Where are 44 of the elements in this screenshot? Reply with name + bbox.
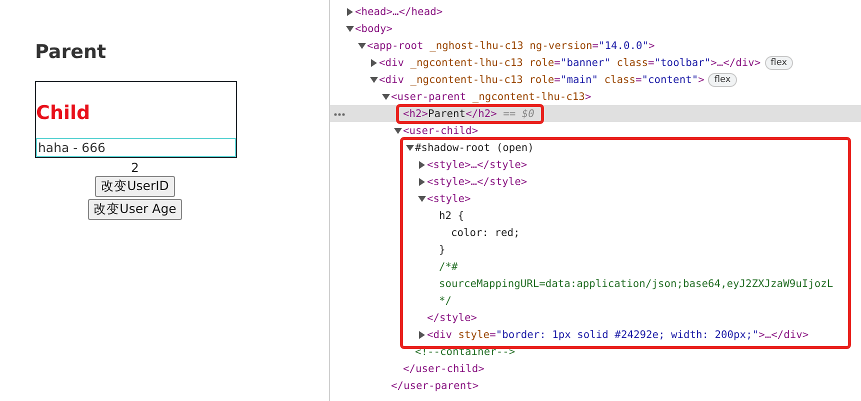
expanded-triangle-icon[interactable] bbox=[406, 144, 414, 152]
dom-node-line[interactable]: <head>…</head> bbox=[355, 6, 443, 18]
collapsed-triangle-icon[interactable] bbox=[418, 178, 426, 186]
dom-node-line[interactable]: </user-parent> bbox=[391, 380, 479, 392]
dom-node-line[interactable]: <div style="border: 1px solid #24292e; width: 200px;">…</div> bbox=[427, 328, 809, 340]
action-button[interactable]: 改变UserID bbox=[95, 176, 175, 197]
dom-node-line[interactable]: <body> bbox=[355, 22, 393, 34]
dom-node-line[interactable]: #shadow-root (open) bbox=[415, 142, 534, 154]
expanded-triangle-icon[interactable] bbox=[358, 42, 366, 50]
expanded-triangle-icon[interactable] bbox=[382, 92, 390, 100]
name-input-field[interactable]: haha - 666 bbox=[36, 138, 236, 157]
collapsed-triangle-icon[interactable] bbox=[370, 58, 378, 66]
collapsed-triangle-icon[interactable] bbox=[418, 160, 426, 168]
collapsed-triangle-icon[interactable] bbox=[418, 330, 426, 338]
expanded-triangle-icon[interactable] bbox=[370, 76, 378, 84]
flex-badge[interactable]: flex bbox=[708, 72, 737, 86]
dom-node-line[interactable]: <div _ngcontent-lhu-c13 role="banner" class="toolbar">…</div> bbox=[379, 56, 761, 68]
dom-node-line[interactable]: sourceMappingURL=data:application/json;base64,eyJ2ZXJzaW9uIjozL bbox=[439, 278, 834, 290]
dom-node-line[interactable]: } bbox=[439, 244, 446, 256]
expanded-triangle-icon[interactable] bbox=[394, 126, 402, 134]
dom-node-line[interactable]: color: red; bbox=[451, 226, 520, 238]
parent-heading: Parent bbox=[35, 41, 108, 63]
dom-node-line[interactable]: </user-child> bbox=[403, 362, 484, 374]
dom-node-line[interactable]: <style>…</style> bbox=[427, 176, 528, 188]
expanded-triangle-icon[interactable] bbox=[418, 194, 426, 202]
dom-node-line[interactable]: <user-child> bbox=[403, 124, 478, 136]
dom-node-line[interactable]: <style> bbox=[427, 192, 471, 204]
dom-node-line[interactable]: <app-root _nghost-lhu-c13 ng-version="14.0.0"> bbox=[367, 40, 655, 52]
child-heading: Child bbox=[36, 102, 92, 124]
dom-node-line[interactable]: */ bbox=[439, 294, 452, 306]
flex-badge[interactable]: flex bbox=[764, 56, 794, 70]
dom-node-line[interactable]: /*# bbox=[439, 260, 458, 272]
collapsed-triangle-icon[interactable] bbox=[346, 8, 354, 16]
dom-node-line[interactable]: <style>…</style> bbox=[427, 158, 528, 170]
dom-node-line[interactable]: h2 { bbox=[439, 210, 464, 222]
dom-node-line[interactable]: <h2>Parent</h2> == $0 bbox=[403, 108, 534, 120]
dom-node-line[interactable]: </style> bbox=[427, 312, 478, 324]
dom-node-line[interactable]: <div _ngcontent-lhu-c13 role="main" class="content"> bbox=[379, 74, 704, 86]
expanded-triangle-icon[interactable] bbox=[346, 24, 354, 32]
count-text: 2 bbox=[130, 160, 140, 175]
action-button[interactable]: 改变User Age bbox=[88, 199, 182, 220]
more-options-icon[interactable] bbox=[334, 113, 345, 116]
dom-node-line[interactable]: <user-parent _ngcontent-lhu-c13> bbox=[391, 90, 592, 102]
dom-node-line[interactable]: <!--container--> bbox=[415, 346, 516, 358]
